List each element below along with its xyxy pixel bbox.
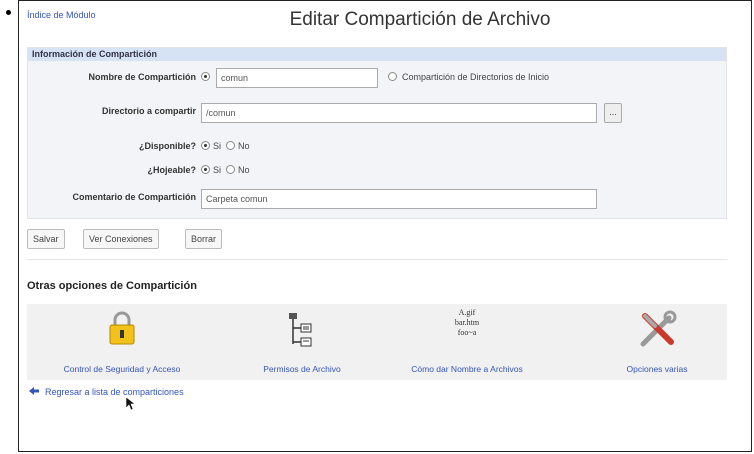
available-no-label: No <box>238 141 250 151</box>
available-yes-radio[interactable] <box>201 141 210 150</box>
option-security-label[interactable]: Control de Seguridad y Acceso <box>27 364 217 374</box>
panel-header: Información de Compartición <box>28 48 726 61</box>
option-misc-label[interactable]: Opciones varias <box>587 364 727 374</box>
option-permissions[interactable]: Permisos de Archivo <box>217 304 387 380</box>
back-link-label[interactable]: Regresar a lista de comparticiones <box>45 387 184 397</box>
page-title-text: Editar Compartición de Archivo <box>289 9 551 30</box>
option-security[interactable]: Control de Seguridad y Acceso <box>27 304 217 380</box>
home-dirs-radio[interactable] <box>388 72 397 81</box>
section-divider <box>27 259 727 260</box>
page-title: Editar Compartición de Archivo <box>19 9 751 31</box>
file-naming-icon[interactable]: A.gif bar.htm foo~a <box>437 308 497 338</box>
naming-icon-line: A.gif <box>458 308 476 317</box>
save-button[interactable]: Salvar <box>27 229 65 249</box>
option-permissions-label[interactable]: Permisos de Archivo <box>217 364 387 374</box>
naming-icon-line: foo~a <box>457 328 477 337</box>
mouse-cursor-icon <box>125 396 136 416</box>
comment-input[interactable]: Carpeta comun <box>201 189 597 209</box>
back-to-shares-link[interactable]: Regresar a lista de comparticiones <box>29 387 184 397</box>
browsable-label: ¿Hojeable? <box>147 165 196 175</box>
tools-icon[interactable] <box>637 310 677 355</box>
list-bullet <box>6 10 11 15</box>
naming-icon-line: bar.htm <box>454 318 480 327</box>
available-no-radio[interactable] <box>226 141 235 150</box>
other-options-band: Control de Seguridad y Acceso Permisos d… <box>27 304 727 380</box>
view-connections-button[interactable]: Ver Conexiones <box>83 229 159 249</box>
page-frame: Índice de Módulo Editar Compartición de … <box>18 0 752 452</box>
directory-input[interactable]: /comun <box>201 103 597 123</box>
other-options-title: Otras opciones de Compartición <box>27 280 197 292</box>
browse-directory-button[interactable]: ... <box>604 103 622 123</box>
available-yes-label: Si <box>213 141 222 151</box>
available-label: ¿Disponible? <box>139 141 196 151</box>
browsable-no-label: No <box>238 165 250 175</box>
back-arrow-icon[interactable] <box>29 387 39 397</box>
option-naming-label[interactable]: Cómo dar Nombre a Archivos <box>387 364 547 374</box>
padlock-icon[interactable] <box>107 310 137 351</box>
browsable-yes-radio[interactable] <box>201 165 210 174</box>
share-name-radio[interactable] <box>201 72 210 81</box>
option-misc[interactable]: Opciones varias <box>587 304 727 380</box>
comment-label: Comentario de Compartición <box>72 192 196 202</box>
option-naming[interactable]: A.gif bar.htm foo~a Cómo dar Nombre a Ar… <box>387 304 547 380</box>
delete-button[interactable]: Borrar <box>185 229 223 249</box>
browsable-no-radio[interactable] <box>226 165 235 174</box>
share-name-label: Nombre de Compartición <box>88 72 196 82</box>
file-tree-icon[interactable] <box>285 310 319 353</box>
browsable-yes-label: Si <box>213 165 222 175</box>
share-name-input[interactable]: comun <box>216 68 378 88</box>
directory-label: Directorio a compartir <box>101 106 196 116</box>
share-info-panel: Información de Compartición Nombre de Co… <box>27 47 727 219</box>
home-dirs-option-label: Compartición de Directorios de Inicio <box>402 72 550 82</box>
